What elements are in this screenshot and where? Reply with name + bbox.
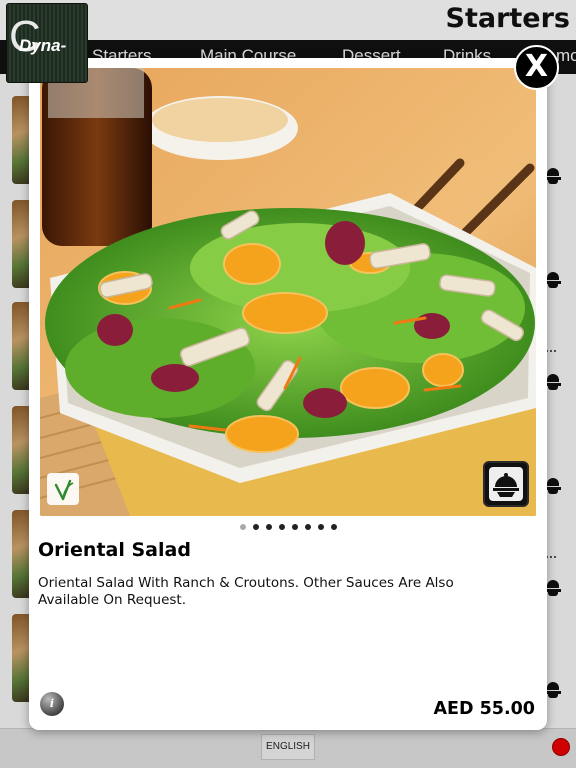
app-logo[interactable]: C Dyna- [6, 3, 88, 83]
pager-dot[interactable] [266, 524, 272, 530]
pager-dot[interactable] [331, 524, 337, 530]
pager-dot[interactable] [318, 524, 324, 530]
pager-dot[interactable] [292, 524, 298, 530]
item-description: Oriental Salad With Ranch & Croutons. Ot… [38, 575, 454, 608]
pager-dot-active[interactable] [240, 524, 246, 530]
cloche-icon[interactable] [483, 461, 529, 507]
pager-dot[interactable] [279, 524, 285, 530]
item-price: AED 55.00 [433, 699, 535, 719]
pager-dot[interactable] [253, 524, 259, 530]
vegetarian-icon [47, 473, 79, 505]
close-button[interactable]: X [514, 45, 559, 90]
item-detail-modal: Oriental Salad Oriental Salad With Ranch… [29, 58, 547, 730]
salad-photo-illustration [40, 68, 536, 516]
logo-text: Dyna- [19, 36, 67, 55]
pager-dot[interactable] [305, 524, 311, 530]
item-photo[interactable] [40, 68, 536, 516]
info-button[interactable]: i [40, 692, 64, 716]
item-title: Oriental Salad [38, 539, 191, 561]
